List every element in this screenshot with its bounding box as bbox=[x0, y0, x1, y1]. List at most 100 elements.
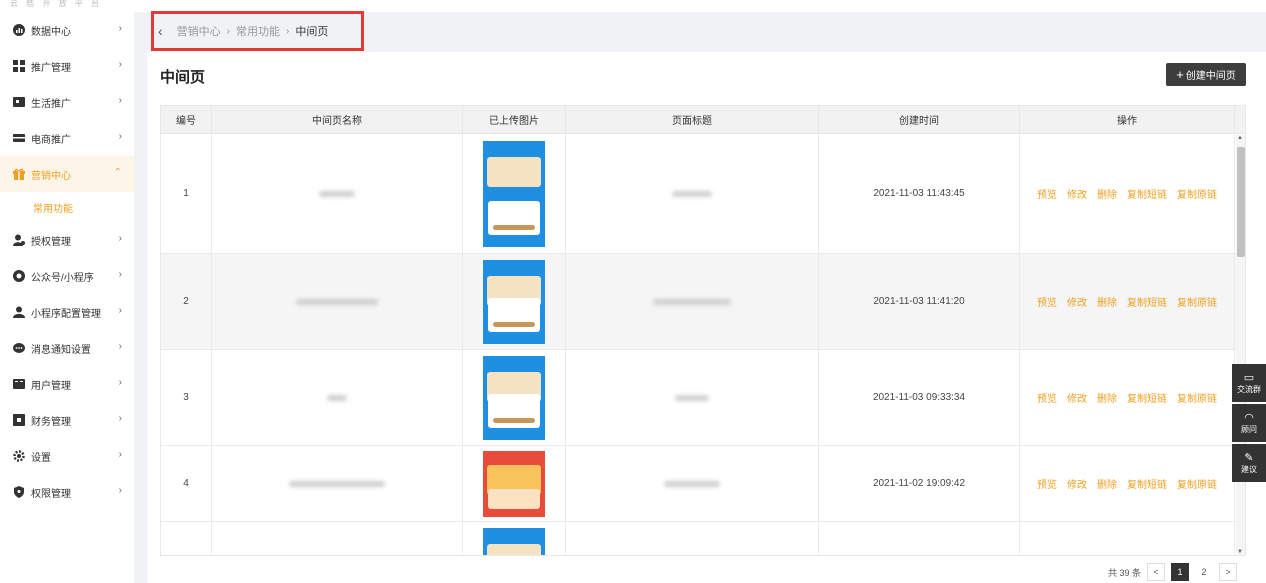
sidebar-item-notification-settings[interactable]: 消息通知设置 › bbox=[0, 330, 134, 366]
row-actions: 预览 修改 删除 复制短链 复制原链 bbox=[1020, 350, 1235, 445]
sidebar-item-label: 权限管理 bbox=[31, 488, 71, 500]
table-scrollbar[interactable]: ▲ ▼ bbox=[1236, 135, 1245, 555]
row-id: 3 bbox=[161, 350, 212, 445]
scrollbar-thumb[interactable] bbox=[1237, 147, 1245, 257]
chevron-right-icon: › bbox=[118, 485, 122, 496]
preview-link[interactable]: 预览 bbox=[1037, 186, 1057, 201]
row-thumbnail[interactable] bbox=[463, 254, 566, 349]
sidebar: 数据中心 › 推广管理 › 生活推广 › 电商推广 › 营销中心 ⌃ 常用功能 … bbox=[0, 12, 134, 583]
row-thumbnail[interactable] bbox=[463, 350, 566, 445]
sidebar-item-permissions[interactable]: 权限管理 › bbox=[0, 474, 134, 510]
table-row: 2 2021-11-03 11:41:20 预览 修改 删除 复制短链 复制原链 bbox=[161, 254, 1245, 350]
pagination-page-1[interactable]: 1 bbox=[1171, 563, 1190, 581]
sidebar-item-life-promotion[interactable]: 生活推广 › bbox=[0, 84, 134, 120]
sidebar-item-label: 生活推广 bbox=[31, 98, 71, 110]
row-page-title-redacted bbox=[566, 254, 819, 349]
sidebar-item-authorization[interactable]: 授权管理 › bbox=[0, 222, 134, 258]
uploaded-image-thumbnail[interactable] bbox=[483, 259, 545, 344]
pagination-next-button[interactable]: > bbox=[1219, 563, 1238, 581]
pagination: 共 39 条 < 1 2 > bbox=[1108, 563, 1238, 581]
breadcrumb-item-common-functions[interactable]: 常用功能 bbox=[236, 23, 280, 39]
float-suggestion-button[interactable]: ✎ 建议 bbox=[1232, 444, 1266, 482]
sidebar-item-label: 设置 bbox=[31, 452, 51, 464]
row-thumbnail[interactable] bbox=[463, 134, 566, 253]
copy-original-link[interactable]: 复制原链 bbox=[1177, 390, 1217, 405]
pagination-prev-button[interactable]: < bbox=[1147, 563, 1166, 581]
edit-link[interactable]: 修改 bbox=[1067, 390, 1087, 405]
screen-icon bbox=[13, 96, 25, 108]
create-middle-page-button[interactable]: + 创建中间页 bbox=[1166, 63, 1246, 86]
scroll-down-icon[interactable]: ▼ bbox=[1237, 549, 1243, 555]
breadcrumb-item-current: 中间页 bbox=[295, 26, 329, 38]
breadcrumb-item-marketing[interactable]: 营销中心 bbox=[177, 23, 221, 39]
edit-link[interactable]: 修改 bbox=[1067, 476, 1087, 491]
preview-link[interactable]: 预览 bbox=[1037, 476, 1057, 491]
table-header: 编号 中间页名称 已上传图片 页面标题 创建时间 操作 bbox=[161, 106, 1245, 134]
copy-original-link[interactable]: 复制原链 bbox=[1177, 186, 1217, 201]
uploaded-image-thumbnail[interactable] bbox=[483, 140, 545, 247]
sidebar-item-user-management[interactable]: 用户管理 › bbox=[0, 366, 134, 402]
grid-icon bbox=[13, 60, 25, 72]
sidebar-item-ecommerce[interactable]: 电商推广 › bbox=[0, 120, 134, 156]
column-header-images: 已上传图片 bbox=[463, 106, 566, 133]
sidebar-item-miniprogram-config[interactable]: 小程序配置管理 › bbox=[0, 294, 134, 330]
row-id: 2 bbox=[161, 254, 212, 349]
mini-program-icon bbox=[13, 270, 25, 282]
chevron-right-icon: › bbox=[118, 341, 122, 352]
delete-link[interactable]: 删除 bbox=[1097, 186, 1117, 201]
sidebar-item-finance[interactable]: 财务管理 › bbox=[0, 402, 134, 438]
preview-link[interactable]: 预览 bbox=[1037, 294, 1057, 309]
row-id: 1 bbox=[161, 134, 212, 253]
sidebar-subitem-common-functions[interactable]: 常用功能 bbox=[0, 192, 134, 222]
row-page-title-redacted bbox=[566, 134, 819, 253]
row-created-time: 2021-11-02 19:09:42 bbox=[819, 446, 1020, 521]
row-thumbnail[interactable] bbox=[463, 446, 566, 521]
copy-original-link[interactable]: 复制原链 bbox=[1177, 294, 1217, 309]
sidebar-item-label: 用户管理 bbox=[31, 380, 71, 392]
row-name-redacted bbox=[212, 350, 463, 445]
copy-short-link[interactable]: 复制短链 bbox=[1127, 476, 1167, 491]
user-key-icon bbox=[13, 234, 25, 246]
gift-icon bbox=[13, 168, 25, 180]
uploaded-image-thumbnail[interactable] bbox=[483, 450, 545, 517]
float-chat-group-button[interactable]: ▭ 交流群 bbox=[1232, 364, 1266, 402]
chevron-up-icon: ⌃ bbox=[113, 167, 122, 178]
pagination-page-2[interactable]: 2 bbox=[1195, 563, 1213, 581]
chevron-right-icon: › bbox=[118, 23, 122, 34]
uploaded-image-thumbnail[interactable] bbox=[483, 528, 545, 555]
sidebar-item-data-center[interactable]: 数据中心 › bbox=[0, 12, 134, 48]
copy-original-link[interactable]: 复制原链 bbox=[1177, 476, 1217, 491]
edit-link[interactable]: 修改 bbox=[1067, 294, 1087, 309]
edit-link[interactable]: 修改 bbox=[1067, 186, 1087, 201]
row-page-title-redacted bbox=[566, 350, 819, 445]
delete-link[interactable]: 删除 bbox=[1097, 476, 1117, 491]
sidebar-item-marketing[interactable]: 营销中心 ⌃ bbox=[0, 156, 134, 192]
breadcrumb-separator: › bbox=[286, 25, 290, 37]
create-button-label: 创建中间页 bbox=[1185, 71, 1236, 82]
copy-short-link[interactable]: 复制短链 bbox=[1127, 390, 1167, 405]
table-row bbox=[161, 522, 1245, 555]
column-header-created: 创建时间 bbox=[819, 106, 1020, 133]
row-id: 4 bbox=[161, 446, 212, 521]
copy-short-link[interactable]: 复制短链 bbox=[1127, 294, 1167, 309]
copy-short-link[interactable]: 复制短链 bbox=[1127, 186, 1167, 201]
sidebar-item-official-account[interactable]: 公众号/小程序 › bbox=[0, 258, 134, 294]
scroll-up-icon[interactable]: ▲ bbox=[1237, 135, 1243, 141]
delete-link[interactable]: 删除 bbox=[1097, 390, 1117, 405]
sidebar-item-label: 数据中心 bbox=[31, 26, 71, 38]
person-icon bbox=[13, 306, 25, 318]
row-thumbnail[interactable] bbox=[463, 522, 566, 555]
table-row: 3 2021-11-03 09:33:34 预览 修改 删除 复制短链 复制原链 bbox=[161, 350, 1245, 446]
main-panel: 中间页 + 创建中间页 编号 中间页名称 已上传图片 页面标题 创建时间 操作 … bbox=[147, 52, 1266, 583]
sidebar-item-label: 电商推广 bbox=[31, 134, 71, 146]
back-arrow-icon[interactable]: ‹ bbox=[158, 23, 163, 39]
sidebar-item-settings[interactable]: 设置 › bbox=[0, 438, 134, 474]
float-consultant-button[interactable]: ◠ 顾问 bbox=[1232, 404, 1266, 442]
finance-icon bbox=[13, 414, 25, 426]
sidebar-item-promotion[interactable]: 推广管理 › bbox=[0, 48, 134, 84]
preview-link[interactable]: 预览 bbox=[1037, 390, 1057, 405]
uploaded-image-thumbnail[interactable] bbox=[483, 355, 545, 440]
delete-link[interactable]: 删除 bbox=[1097, 294, 1117, 309]
chevron-right-icon: › bbox=[118, 449, 122, 460]
sidebar-item-label: 营销中心 bbox=[31, 170, 71, 182]
